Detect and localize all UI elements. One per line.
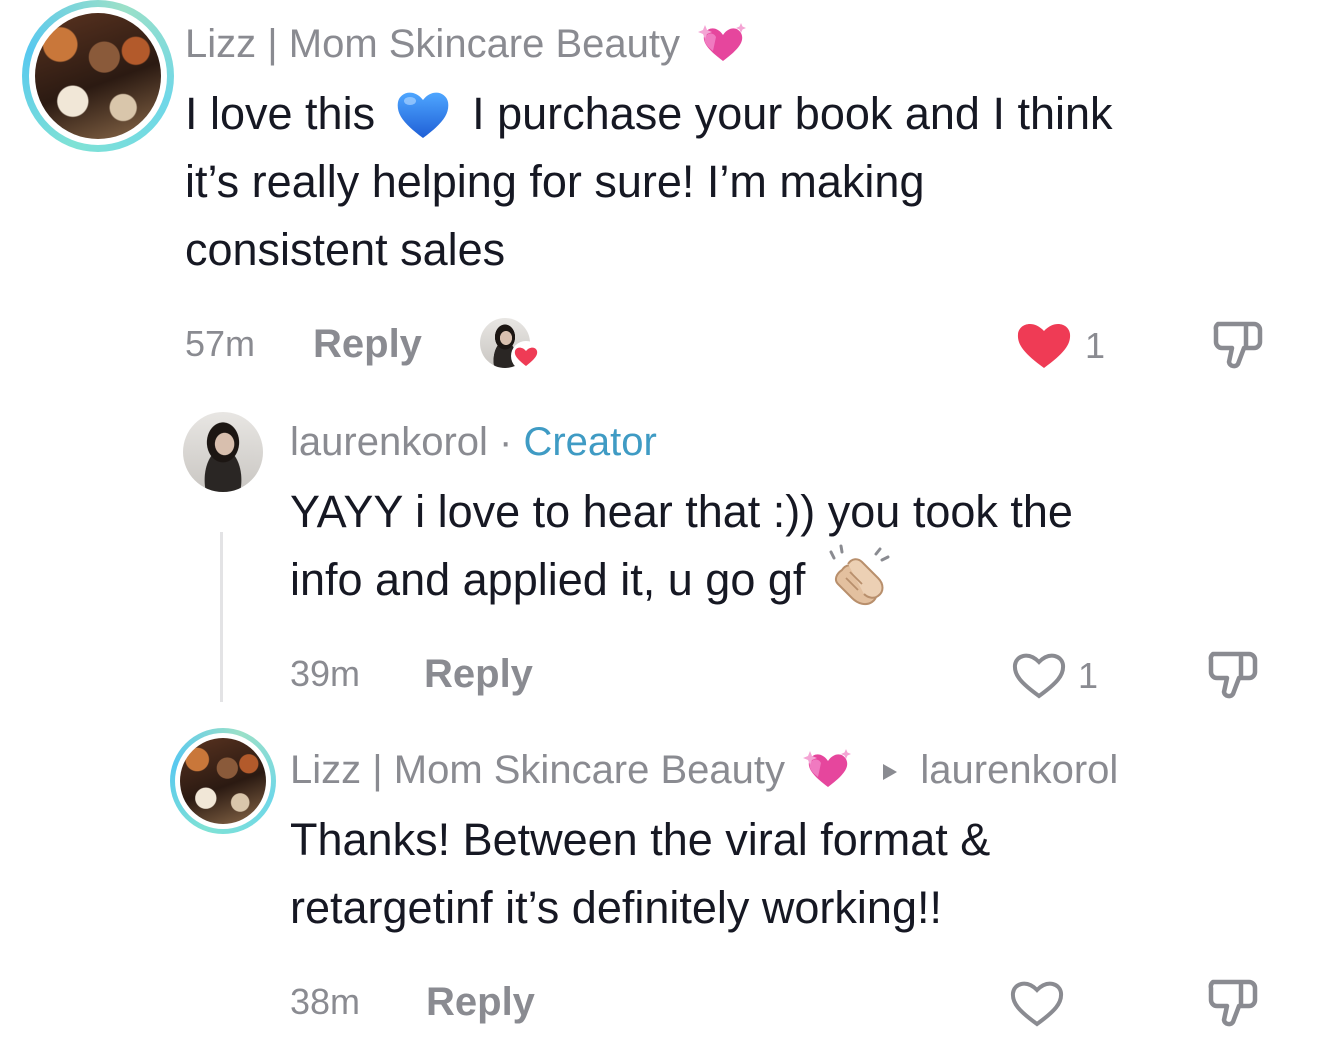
comment-username[interactable]: Lizz | Mom Skincare Beauty laurenkorol <box>290 746 1118 794</box>
dislike-icon[interactable] <box>1210 316 1268 374</box>
like-heart-outline-icon[interactable] <box>1010 648 1068 700</box>
comment-text: Thanks! Between the viral format & retar… <box>290 814 991 933</box>
comment-timestamp: 38m <box>290 981 361 1022</box>
separator: · <box>499 420 513 464</box>
dislike-icon[interactable] <box>1205 974 1263 1032</box>
like-heart-outline-icon[interactable] <box>1008 976 1066 1028</box>
reply-button[interactable]: Reply <box>426 980 535 1024</box>
creator-badge: Creator <box>523 420 657 464</box>
reply-button[interactable]: Reply <box>424 652 533 696</box>
clapping-hands-icon <box>829 544 890 606</box>
like-count: 1 <box>1085 325 1106 366</box>
comment-text: I love this I purchase your book and I t… <box>185 88 1113 275</box>
sparkling-heart-icon <box>698 23 747 62</box>
reply-to-username[interactable]: laurenkorol <box>920 748 1118 792</box>
reply-arrow-icon <box>883 764 898 781</box>
reply-button[interactable]: Reply <box>313 322 422 366</box>
comment-timestamp: 39m <box>290 653 361 694</box>
creator-liked-badge <box>480 318 544 374</box>
sparkling-heart-icon <box>803 749 852 788</box>
heart-badge-icon <box>511 341 541 371</box>
comment-username[interactable]: Lizz | Mom Skincare Beauty <box>185 20 747 68</box>
comment-timestamp: 57m <box>185 323 256 364</box>
avatar[interactable] <box>22 0 174 152</box>
comment-text: YAYY i love to hear that :)) you took th… <box>290 478 1290 614</box>
avatar[interactable] <box>183 412 263 492</box>
like-heart-filled-icon[interactable] <box>1015 318 1073 370</box>
comment-username[interactable]: laurenkorol · Creator <box>290 418 657 466</box>
thread-line <box>220 532 223 702</box>
like-count: 1 <box>1078 655 1099 696</box>
blue-heart-icon <box>397 92 448 139</box>
avatar[interactable] <box>170 728 276 834</box>
dislike-icon[interactable] <box>1205 646 1263 704</box>
